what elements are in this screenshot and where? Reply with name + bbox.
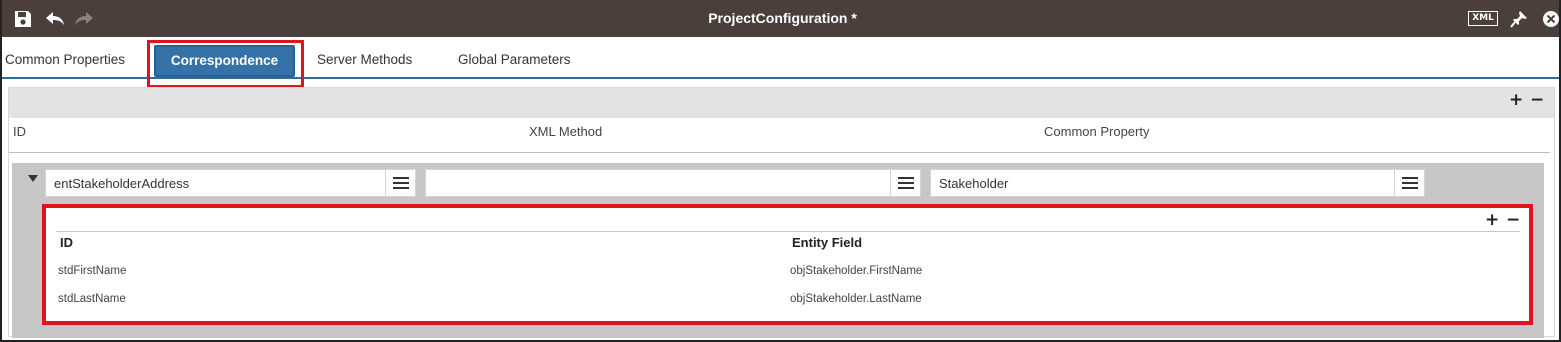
subgrid-cell-id[interactable]: stdLastName bbox=[58, 293, 126, 305]
xml-method-field[interactable] bbox=[425, 169, 921, 197]
id-menu-button[interactable] bbox=[385, 170, 415, 196]
common-property-field[interactable] bbox=[930, 169, 1425, 197]
header-divider bbox=[9, 152, 1550, 153]
hamburger-icon bbox=[1401, 177, 1418, 189]
xml-icon[interactable]: XML bbox=[1468, 0, 1498, 37]
hamburger-icon bbox=[392, 177, 409, 189]
id-field[interactable] bbox=[45, 169, 416, 197]
pin-icon[interactable] bbox=[1507, 0, 1531, 37]
hamburger-icon bbox=[897, 177, 914, 189]
collapse-caret-icon[interactable] bbox=[28, 175, 38, 182]
entity-field-subgrid: + − ID Entity Field stdFirstName objStak… bbox=[42, 204, 1533, 325]
title-bar: ProjectConfiguration * XML bbox=[2, 0, 1559, 37]
tab-common-properties[interactable]: Common Properties bbox=[5, 37, 125, 77]
subgrid-header-entity-field: Entity Field bbox=[792, 235, 863, 250]
window-title: ProjectConfiguration * bbox=[708, 10, 857, 26]
column-header-common-property: Common Property bbox=[1044, 124, 1150, 139]
common-property-menu-button[interactable] bbox=[1394, 170, 1424, 196]
xml-method-input[interactable] bbox=[426, 170, 890, 196]
close-icon[interactable] bbox=[1540, 0, 1559, 37]
save-icon[interactable] bbox=[11, 0, 35, 37]
tab-bar: Common Properties Correspondence Server … bbox=[2, 37, 1559, 79]
tab-correspondence[interactable]: Correspondence bbox=[154, 45, 295, 77]
subgrid-cell-id[interactable]: stdFirstName bbox=[58, 265, 126, 277]
common-property-input[interactable] bbox=[931, 170, 1394, 196]
remove-row-button[interactable]: − bbox=[1530, 90, 1544, 110]
subgrid-cell-entity-field[interactable]: objStakeholder.FirstName bbox=[790, 265, 922, 277]
redo-icon[interactable] bbox=[72, 0, 96, 37]
window-frame: ProjectConfiguration * XML Common Proper… bbox=[0, 0, 1561, 342]
subgrid-cell-entity-field[interactable]: objStakeholder.LastName bbox=[790, 293, 922, 305]
id-input[interactable] bbox=[46, 170, 385, 196]
column-header-id: ID bbox=[13, 124, 26, 139]
xml-method-menu-button[interactable] bbox=[890, 170, 920, 196]
subgrid-remove-button[interactable]: − bbox=[1506, 210, 1520, 230]
subgrid-header-id: ID bbox=[60, 235, 73, 250]
grid-toolbar: + − bbox=[9, 88, 1554, 118]
subgrid-top-divider bbox=[56, 231, 1520, 232]
tab-server-methods[interactable]: Server Methods bbox=[317, 37, 412, 77]
add-row-button[interactable]: + bbox=[1509, 90, 1523, 110]
subgrid-add-button[interactable]: + bbox=[1485, 210, 1499, 230]
undo-icon[interactable] bbox=[43, 0, 67, 37]
tab-global-parameters[interactable]: Global Parameters bbox=[458, 37, 571, 77]
column-header-xml-method: XML Method bbox=[529, 124, 603, 139]
